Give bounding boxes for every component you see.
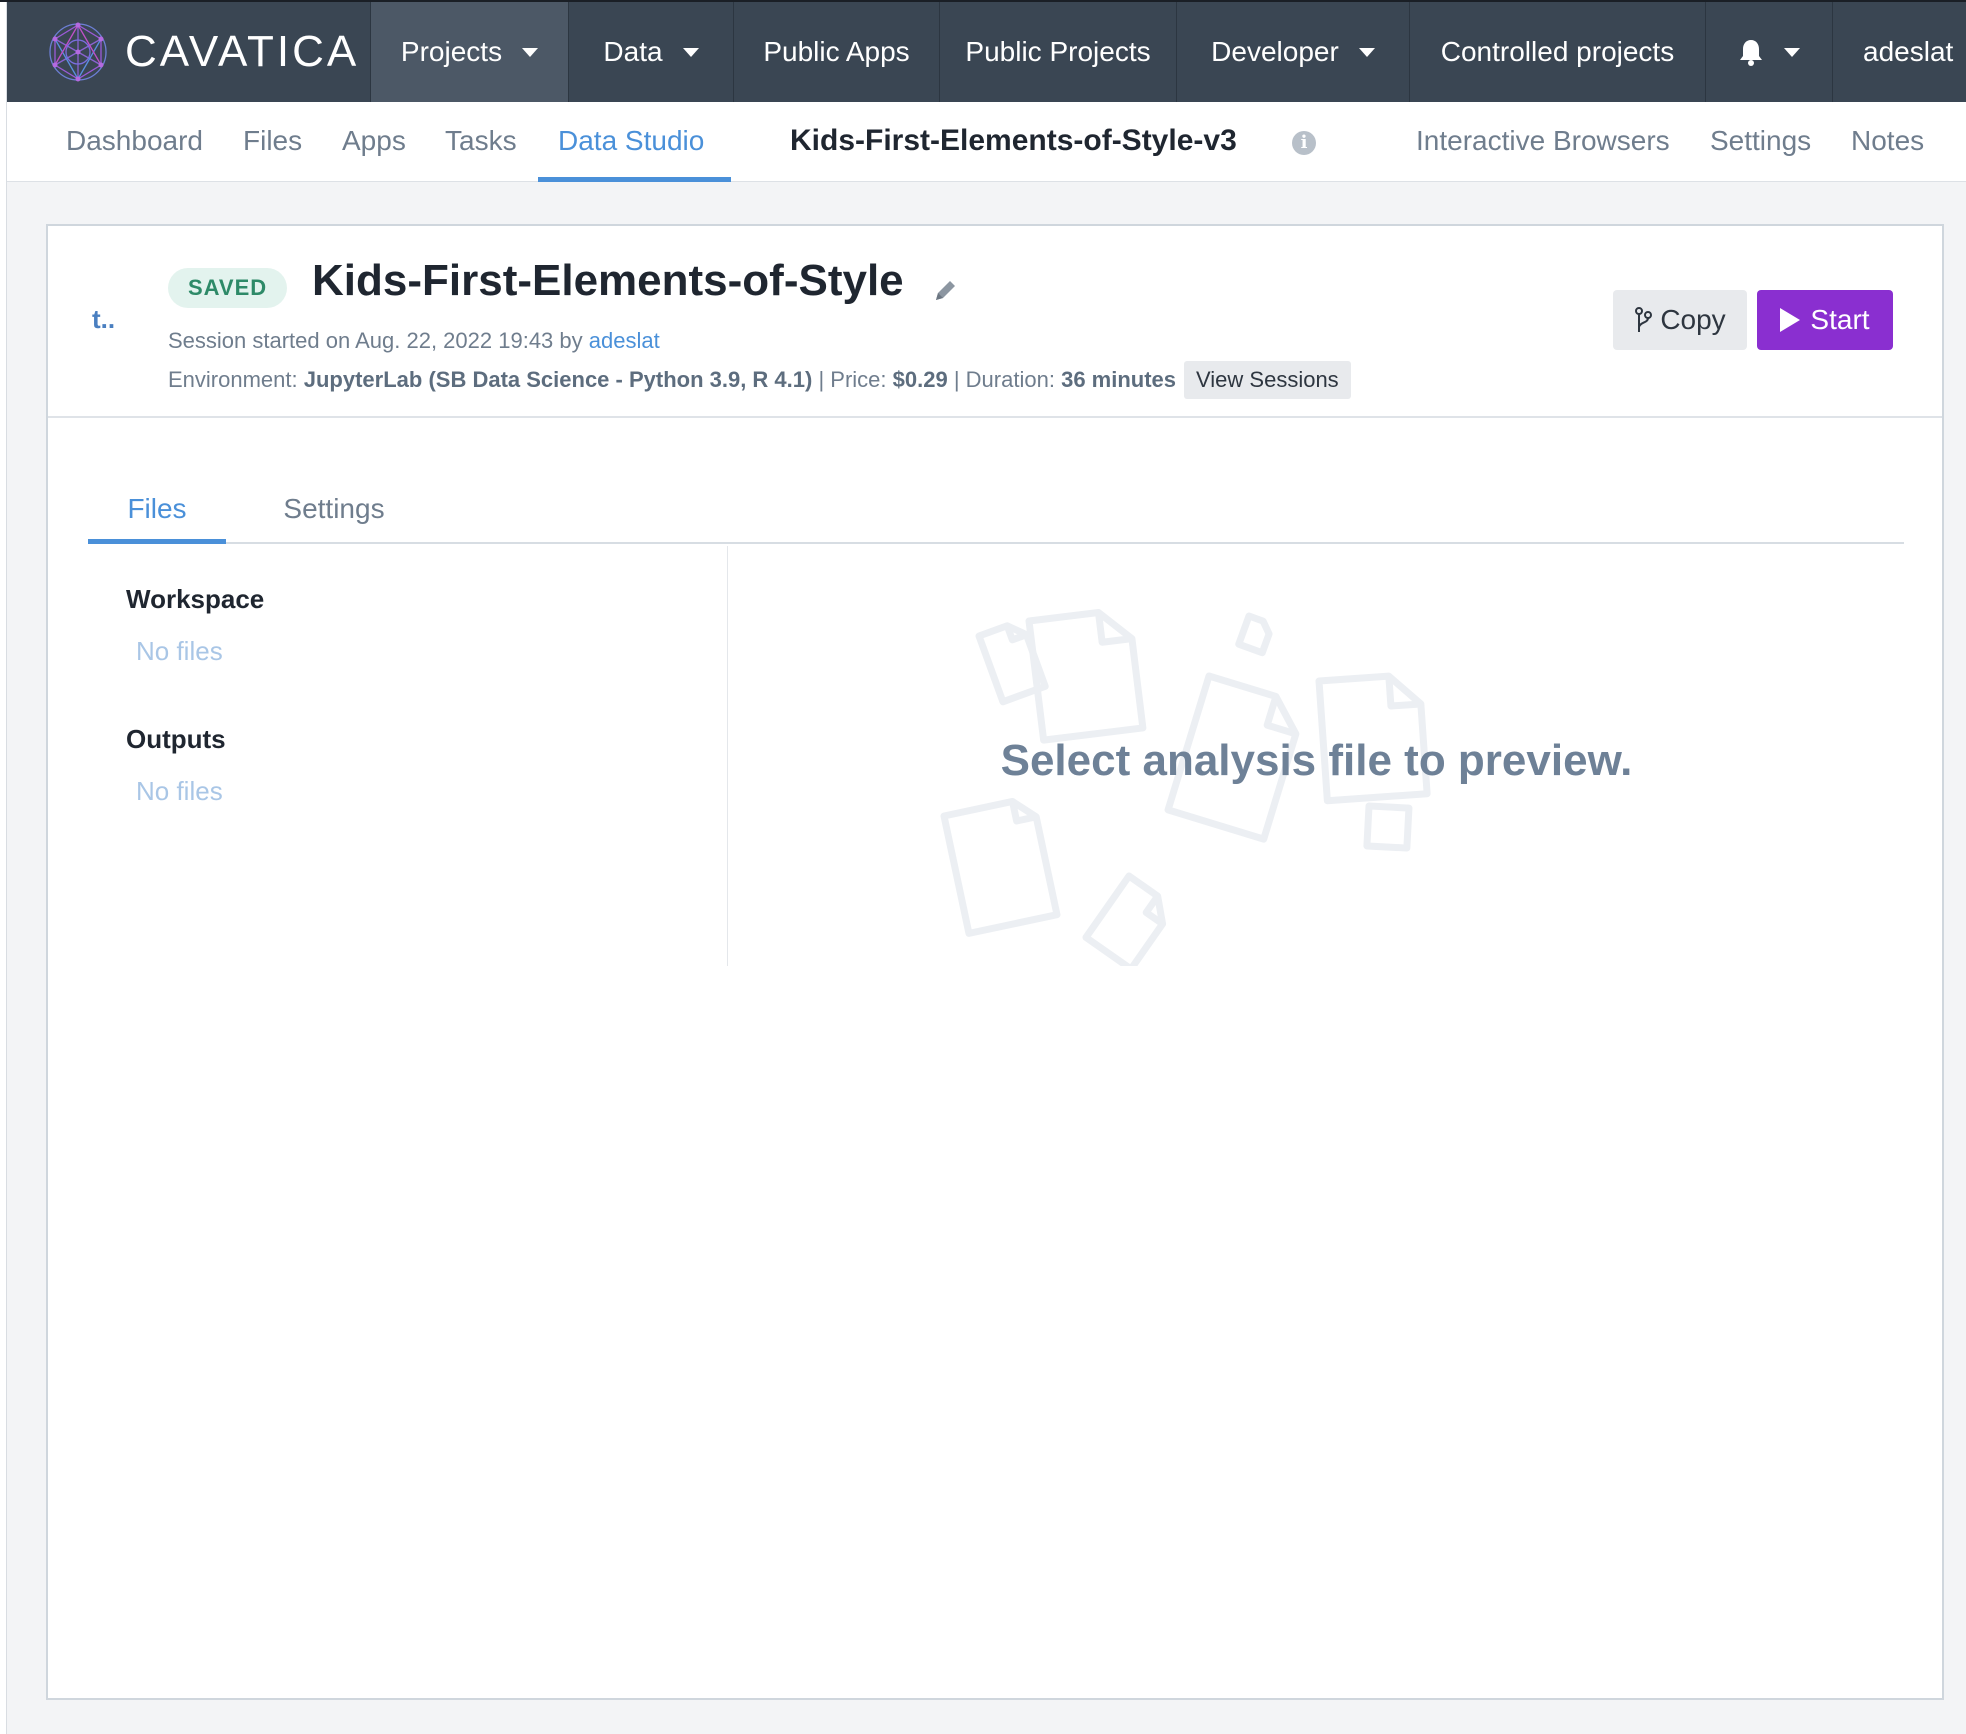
user-menu[interactable]: adeslat bbox=[1832, 2, 1966, 102]
tab-apps[interactable]: Apps bbox=[342, 102, 406, 182]
file-preview: Select analysis file to preview. bbox=[729, 546, 1904, 966]
tab-settings-panel[interactable]: Settings bbox=[264, 478, 404, 544]
session-started-text: Session started on Aug. 22, 2022 19:43 b… bbox=[168, 328, 583, 353]
session-started: Session started on Aug. 22, 2022 19:43 b… bbox=[168, 328, 660, 354]
user-name: adeslat bbox=[1863, 36, 1954, 67]
session-card: t.. SAVED Kids-First-Elements-of-Style S… bbox=[46, 224, 1944, 1700]
tab-data-studio[interactable]: Data Studio bbox=[558, 102, 704, 182]
back-link[interactable]: t.. bbox=[92, 304, 115, 335]
window-top-edge bbox=[0, 0, 1966, 2]
tab-files[interactable]: Files bbox=[243, 102, 302, 182]
nav-public-projects[interactable]: Public Projects bbox=[939, 2, 1176, 102]
env-label: Environment: bbox=[168, 367, 298, 392]
outputs-label: Outputs bbox=[126, 724, 226, 754]
start-button-label: Start bbox=[1810, 304, 1870, 335]
nav-controlled-projects-label: Controlled projects bbox=[1440, 36, 1675, 67]
nav-data[interactable]: Data bbox=[568, 2, 733, 102]
chevron-down-icon bbox=[682, 47, 699, 57]
nav-developer[interactable]: Developer bbox=[1176, 2, 1409, 102]
bell-icon bbox=[1740, 40, 1762, 66]
top-navbar: CAVATICA Projects Data Public Apps Publi… bbox=[7, 2, 1966, 102]
nav-public-projects-label: Public Projects bbox=[965, 36, 1151, 67]
tab-dashboard[interactable]: Dashboard bbox=[66, 102, 203, 182]
chevron-down-icon bbox=[522, 47, 539, 57]
nav-projects[interactable]: Projects bbox=[370, 2, 568, 102]
view-sessions-button[interactable]: View Sessions bbox=[1184, 361, 1351, 399]
duration-value: 36 minutes bbox=[1061, 367, 1177, 392]
nav-projects-label: Projects bbox=[400, 36, 503, 67]
duration-label: | Duration: bbox=[953, 367, 1055, 392]
notifications-menu[interactable] bbox=[1705, 2, 1832, 102]
nav-public-apps[interactable]: Public Apps bbox=[733, 2, 939, 102]
price-value: $0.29 bbox=[892, 367, 948, 392]
play-icon bbox=[1780, 308, 1801, 332]
tab-notes[interactable]: Notes bbox=[1851, 102, 1924, 182]
session-tabs: Files Settings bbox=[88, 478, 1904, 544]
env-value: JupyterLab (SB Data Science - Python 3.9… bbox=[303, 367, 813, 392]
copy-button[interactable]: Copy bbox=[1613, 290, 1747, 350]
chevron-down-icon bbox=[1784, 47, 1800, 57]
tab-files-panel[interactable]: Files bbox=[88, 478, 226, 544]
tab-interactive-browsers[interactable]: Interactive Browsers bbox=[1416, 102, 1670, 182]
workspace-label: Workspace bbox=[126, 584, 265, 614]
chevron-down-icon bbox=[1358, 47, 1375, 57]
brand-name: CAVATICA bbox=[125, 27, 360, 76]
session-environment: Environment: JupyterLab (SB Data Science… bbox=[168, 361, 1351, 399]
preview-message: Select analysis file to preview. bbox=[1000, 736, 1633, 785]
info-icon[interactable]: i bbox=[1292, 131, 1316, 155]
nav-public-apps-label: Public Apps bbox=[763, 36, 910, 67]
tab-settings[interactable]: Settings bbox=[1710, 102, 1811, 182]
project-subnav: Dashboard Files Apps Tasks Data Studio K… bbox=[7, 102, 1966, 182]
workspace-empty: No files bbox=[136, 636, 223, 666]
session-user-link[interactable]: adeslat bbox=[589, 328, 660, 353]
status-badge: SAVED bbox=[168, 268, 288, 308]
price-label: | Price: bbox=[818, 367, 887, 392]
files-tree: Workspace No files Outputs No files bbox=[88, 546, 728, 966]
cavatica-logo-icon bbox=[49, 22, 107, 82]
pencil-icon[interactable] bbox=[932, 278, 958, 304]
nav-data-label: Data bbox=[603, 36, 663, 67]
project-title: Kids-First-Elements-of-Style-v3 bbox=[790, 124, 1237, 157]
nav-controlled-projects[interactable]: Controlled projects bbox=[1409, 2, 1705, 102]
fork-icon bbox=[1635, 307, 1653, 332]
start-button[interactable]: Start bbox=[1757, 290, 1893, 350]
session-header: t.. SAVED Kids-First-Elements-of-Style S… bbox=[48, 226, 1942, 418]
session-title: Kids-First-Elements-of-Style bbox=[312, 256, 904, 305]
brand[interactable]: CAVATICA bbox=[7, 2, 370, 102]
background-window-edge bbox=[0, 0, 7, 1734]
tab-tasks[interactable]: Tasks bbox=[445, 102, 517, 182]
active-tab-indicator bbox=[538, 177, 731, 182]
outputs-empty: No files bbox=[136, 776, 223, 806]
nav-developer-label: Developer bbox=[1211, 36, 1339, 67]
copy-button-label: Copy bbox=[1660, 304, 1726, 335]
